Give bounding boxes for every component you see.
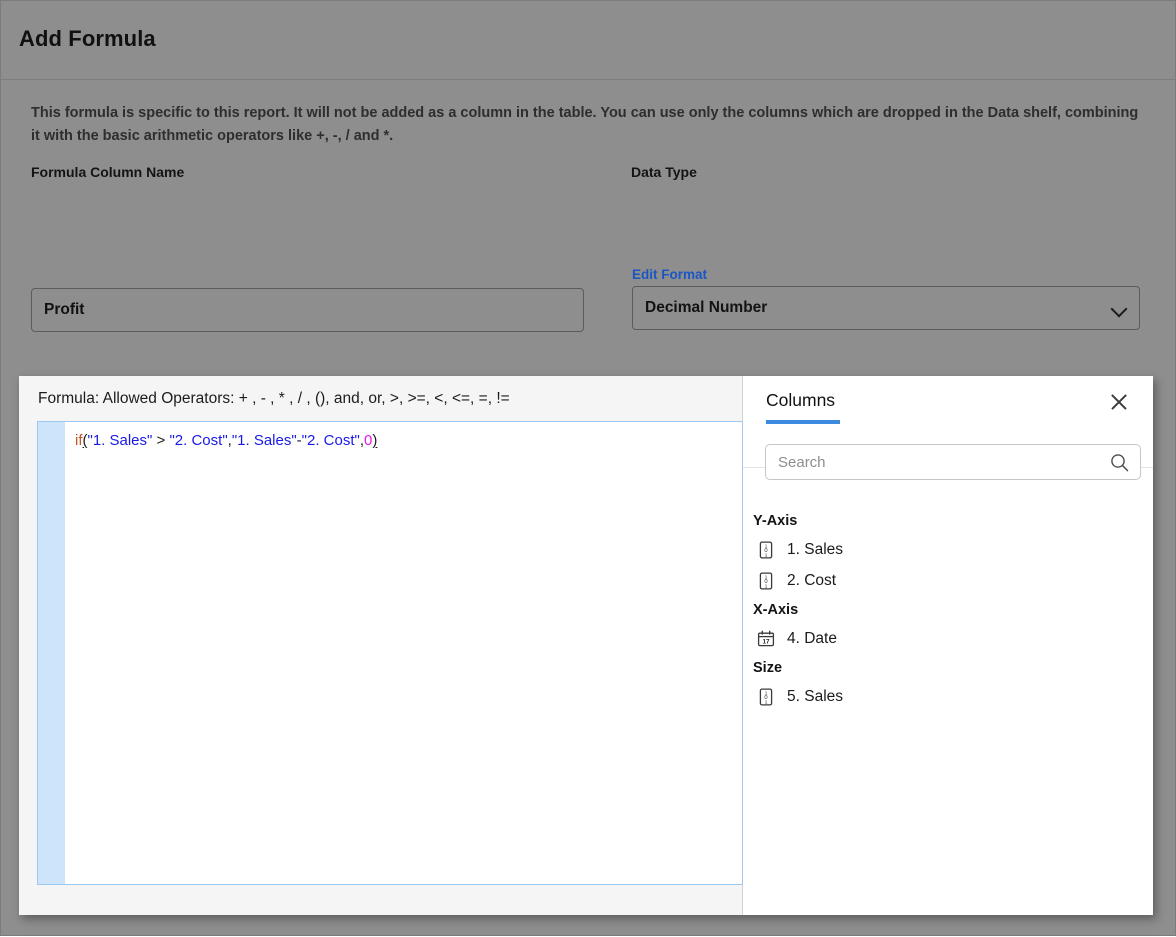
- columns-panel-title: Columns: [766, 390, 836, 410]
- svg-text:1: 1: [765, 583, 768, 588]
- data-type-value: Decimal Number: [645, 299, 768, 316]
- search-box[interactable]: [765, 444, 1141, 480]
- columns-panel: Columns Y-Axis1011. Sales1012. Cos: [743, 376, 1153, 915]
- formula-token-str: "1. Sales": [231, 432, 297, 449]
- column-group-label: X-Axis: [753, 602, 799, 618]
- formula-allowed-operators-label: Formula: Allowed Operators: + , - , * , …: [38, 390, 510, 407]
- columns-panel-header: Columns: [743, 376, 1153, 480]
- formula-expression-input[interactable]: if("1. Sales" > "2. Cost","1. Sales"-"2.…: [65, 422, 742, 884]
- date-column-icon: 17: [757, 630, 775, 648]
- column-item-label: 1. Sales: [787, 540, 844, 558]
- active-tab-underline: [766, 420, 840, 424]
- formula-column-name-input[interactable]: [31, 288, 584, 332]
- svg-text:1: 1: [765, 699, 768, 704]
- search-input[interactable]: [766, 445, 1102, 479]
- column-item-label: 4. Date: [787, 629, 837, 647]
- column-group-label: Size: [753, 660, 783, 676]
- dialog-body: This formula is specific to this report.…: [1, 81, 1176, 937]
- formula-token-op: >: [152, 432, 170, 449]
- formula-token-fn: if: [75, 432, 83, 449]
- chevron-down-icon: [1111, 301, 1127, 317]
- formula-editor-pane: Formula: Allowed Operators: + , - , * , …: [19, 376, 743, 915]
- formula-editor[interactable]: if("1. Sales" > "2. Cost","1. Sales"-"2.…: [37, 421, 743, 885]
- formula-token-str: "2. Cost": [301, 432, 360, 449]
- formula-token-paren: ): [372, 432, 378, 449]
- list-item[interactable]: 17 4. Date: [743, 623, 1153, 654]
- list-item[interactable]: 1 0 1 5. Sales: [743, 681, 1153, 712]
- column-group-label: Y-Axis: [753, 513, 798, 529]
- dialog-description: This formula is specific to this report.…: [31, 105, 1139, 144]
- svg-text:1: 1: [765, 552, 768, 557]
- number-column-icon: 101: [757, 540, 775, 559]
- columns-list[interactable]: Y-Axis 1 0 1 1. Sales 1 0 1 2. Cost X-Axis 17 4. Da…: [743, 495, 1153, 915]
- data-type-select[interactable]: Decimal Number: [632, 286, 1140, 330]
- add-formula-dialog: Add Formula This formula is specific to …: [0, 0, 1176, 936]
- data-type-label: Data Type: [631, 164, 697, 180]
- formula-column-name-label: Formula Column Name: [31, 164, 185, 180]
- formula-token-str: "2. Cost": [169, 432, 228, 449]
- formula-token-str: "1. Sales": [87, 432, 153, 449]
- page-title: Add Formula: [19, 26, 156, 51]
- column-item-label: 5. Sales: [787, 687, 844, 705]
- column-item-label: 2. Cost: [787, 571, 837, 589]
- list-item[interactable]: 1 0 1 1. Sales: [743, 534, 1153, 565]
- edit-format-link[interactable]: Edit Format: [632, 267, 707, 282]
- formula-overlay-panel: Formula: Allowed Operators: + , - , * , …: [19, 376, 1153, 915]
- dialog-header: Add Formula: [1, 1, 1176, 80]
- close-icon[interactable]: [1107, 390, 1131, 414]
- list-item[interactable]: 1 0 1 2. Cost: [743, 565, 1153, 596]
- search-icon: [1110, 453, 1129, 472]
- editor-gutter: [38, 422, 65, 884]
- number-column-icon: 101: [757, 571, 775, 590]
- number-column-icon: 101: [757, 687, 775, 706]
- svg-text:17: 17: [762, 638, 770, 645]
